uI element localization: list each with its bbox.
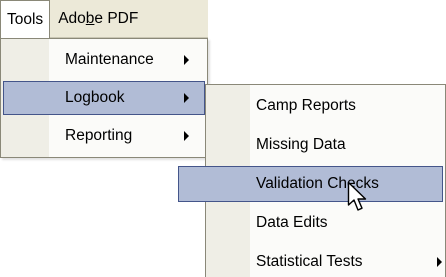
menu-item-label: Maintenance — [65, 51, 154, 68]
chevron-right-icon — [184, 131, 189, 141]
menu-item-label: Logbook — [65, 89, 125, 106]
menu-item-data-edits[interactable]: Data Edits — [206, 205, 443, 241]
menu-item-label: Data Edits — [256, 214, 328, 231]
app-window: Tools Adobe PDF Maintenance Logbook Repo… — [0, 0, 446, 277]
chevron-right-icon — [184, 93, 189, 103]
menu-item-label: Statistical Tests — [256, 253, 363, 270]
menu-item-statistical-tests[interactable]: Statistical Tests — [206, 244, 443, 277]
menu-item-label: Missing Data — [256, 136, 346, 153]
menu-item-maintenance[interactable]: Maintenance — [3, 43, 205, 77]
menu-item-reporting[interactable]: Reporting — [3, 119, 205, 153]
menu-bar: Tools Adobe PDF — [0, 0, 208, 38]
menubar-tools-label: Tools — [7, 10, 44, 28]
menu-item-logbook[interactable]: Logbook — [3, 81, 205, 115]
logbook-submenu: Camp Reports Missing Data Validation Che… — [178, 84, 446, 277]
menu-item-validation-checks[interactable]: Validation Checks — [178, 166, 443, 202]
menubar-adobe-pdf[interactable]: Adobe PDF — [50, 0, 145, 38]
menubar-adobe-pdf-label: Adobe PDF — [58, 10, 139, 27]
menu-item-label: Reporting — [65, 127, 133, 144]
menubar-tools[interactable]: Tools — [0, 0, 51, 38]
menu-item-missing-data[interactable]: Missing Data — [206, 127, 443, 163]
menu-item-label: Camp Reports — [256, 97, 356, 114]
mouse-pointer-icon — [347, 181, 367, 211]
chevron-right-icon — [437, 257, 442, 267]
chevron-right-icon — [184, 55, 189, 65]
menu-item-camp-reports[interactable]: Camp Reports — [206, 88, 443, 124]
tools-menu: Maintenance Logbook Reporting — [0, 38, 208, 158]
